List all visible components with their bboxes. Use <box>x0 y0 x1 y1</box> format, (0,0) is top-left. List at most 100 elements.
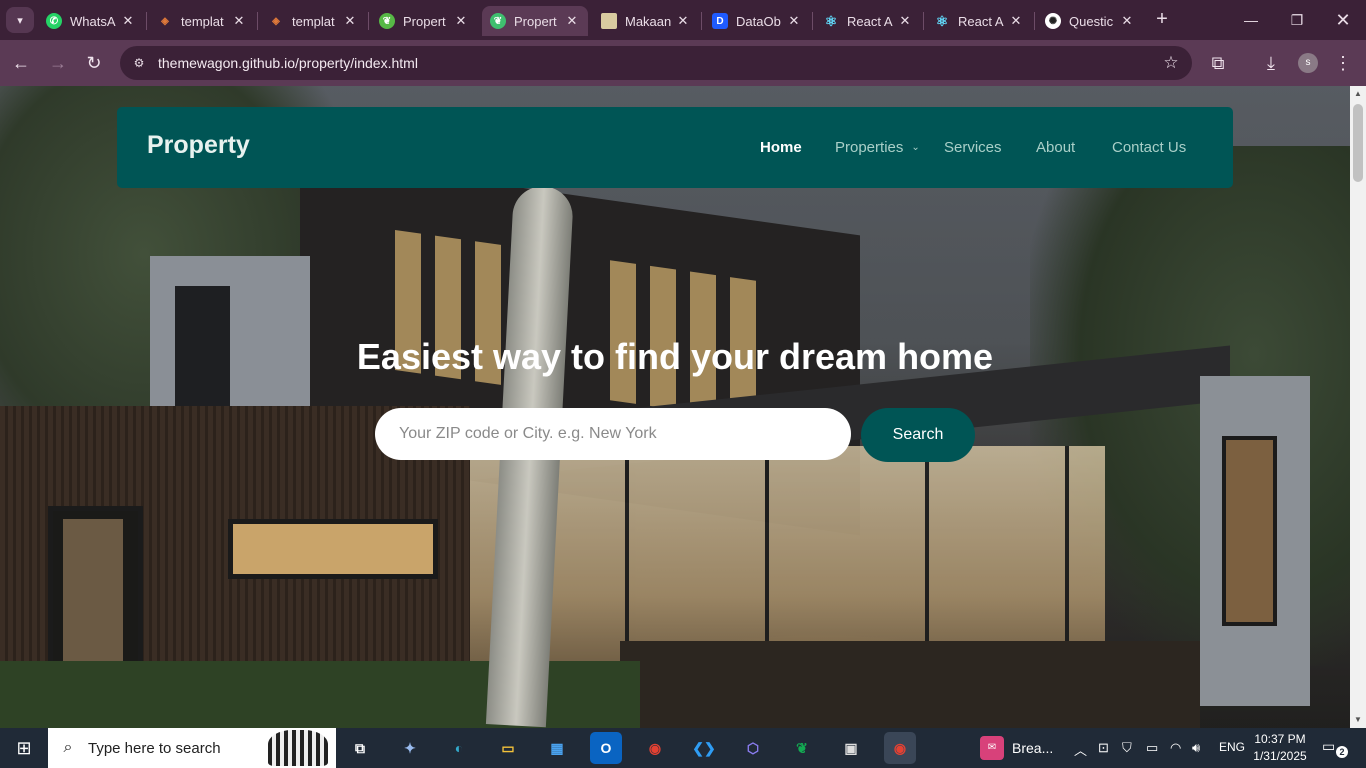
hero-image-door-glass <box>63 519 123 669</box>
back-arrow-icon[interactable]: ← <box>8 50 34 76</box>
notification-app-label[interactable]: Brea... <box>1012 740 1053 756</box>
tab-title: React A <box>958 13 1004 29</box>
clock-time: 10:37 PM <box>1254 732 1306 746</box>
task-view-icon[interactable]: ⧉ <box>344 732 376 764</box>
taskbar-search-box[interactable]: ⌕ Type here to search <box>48 728 336 768</box>
tab-separator <box>923 12 924 30</box>
tab-close-icon[interactable]: ✕ <box>564 13 580 29</box>
leaf-icon: ❦ <box>490 13 506 29</box>
tab-close-icon[interactable]: ✕ <box>120 13 136 29</box>
browser-tab[interactable]: Makaan ✕ <box>593 6 699 36</box>
browser-tab[interactable]: ⚛ React A ✕ <box>926 6 1032 36</box>
nav-contact-us[interactable]: Contact Us <box>1112 139 1186 156</box>
volume-icon[interactable]: 🔊︎ <box>1192 740 1200 756</box>
mongodb-icon[interactable]: ❦ <box>786 732 818 764</box>
windows-taskbar: ⊞ ⌕ Type here to search ⧉ ✦ ◐ ▭ ▦ O ◉ ❮❯… <box>0 728 1366 768</box>
tray-shield-icon[interactable]: ⛉ <box>1122 740 1132 756</box>
minimize-icon[interactable]: — <box>1228 8 1274 32</box>
microsoft-store-icon[interactable]: ▦ <box>541 732 573 764</box>
tab-close-icon[interactable]: ✕ <box>1119 13 1135 29</box>
site-navbar: Property Home Properties ⌄ Services Abou… <box>117 107 1233 188</box>
notification-center-icon[interactable]: ▭ 2 <box>1322 738 1348 758</box>
hero-image-window <box>1222 436 1277 626</box>
tab-separator <box>368 12 369 30</box>
browser-menu-icon[interactable]: ⋮ <box>1330 50 1356 76</box>
tab-close-icon[interactable]: ✕ <box>897 13 913 29</box>
search-input[interactable] <box>375 408 851 460</box>
site-logo[interactable]: Property <box>147 131 250 160</box>
edge-icon[interactable]: ◐ <box>443 732 475 764</box>
address-bar[interactable]: ⚙ themewagon.github.io/property/index.ht… <box>120 46 1192 80</box>
tab-title: Questic <box>1069 13 1114 29</box>
chevron-down-icon: ⌄ <box>911 142 920 153</box>
copilot-icon[interactable]: ✦ <box>394 732 426 764</box>
tab-title: templat <box>292 13 335 29</box>
leaf-icon: ❦ <box>379 13 395 29</box>
tab-title: templat <box>181 13 224 29</box>
bookmark-star-icon[interactable]: ☆ <box>1158 50 1184 76</box>
tab-close-icon[interactable]: ✕ <box>342 13 358 29</box>
browser-tab[interactable]: ◈ templat ✕ <box>260 6 366 36</box>
notification-app-icon[interactable]: ✉ <box>980 736 1004 760</box>
tab-close-icon[interactable]: ✕ <box>786 13 802 29</box>
browser-tab[interactable]: ⚛ React A ✕ <box>815 6 921 36</box>
react-icon: ⚛ <box>824 12 838 29</box>
tray-app-icon[interactable]: ⊡ <box>1098 740 1109 756</box>
nav-properties[interactable]: Properties ⌄ <box>835 139 920 156</box>
profile-avatar[interactable]: s <box>1298 53 1318 73</box>
browser-tab[interactable]: D DataOb ✕ <box>704 6 810 36</box>
language-indicator[interactable]: ENG <box>1219 740 1245 754</box>
outlook-icon[interactable]: O <box>590 732 622 764</box>
tab-title: DataOb <box>736 13 781 29</box>
search-icon: ⌕ <box>63 739 73 756</box>
new-tab-plus-icon[interactable]: + <box>1150 8 1174 32</box>
battery-icon[interactable]: ▭ <box>1146 740 1158 756</box>
wifi-icon[interactable]: ◠ <box>1170 740 1181 756</box>
tab-close-icon[interactable]: ✕ <box>453 13 469 29</box>
extensions-puzzle-icon[interactable]: ⧉ <box>1205 50 1231 76</box>
dataobj-icon: D <box>712 13 728 29</box>
tab-close-icon[interactable]: ✕ <box>231 13 247 29</box>
tab-close-icon[interactable]: ✕ <box>1008 13 1024 29</box>
browser-tab-active[interactable]: ❦ Propert ✕ <box>482 6 588 36</box>
page-scrollbar[interactable]: ▲ ▼ <box>1350 86 1366 728</box>
nav-home[interactable]: Home <box>760 139 802 156</box>
window-close-icon[interactable]: ✕ <box>1320 8 1366 32</box>
hero-image-door <box>48 506 143 676</box>
file-explorer-icon[interactable]: ▭ <box>492 732 524 764</box>
scroll-up-arrow-icon[interactable]: ▲ <box>1350 86 1366 102</box>
forward-arrow-icon[interactable]: → <box>45 50 71 76</box>
tab-title: React A <box>847 13 893 29</box>
taskbar-clock[interactable]: 10:37 PM 1/31/2025 <box>1252 731 1308 765</box>
tab-search-chevron-icon[interactable]: ▾ <box>6 7 34 33</box>
app-icon[interactable]: ⬡ <box>737 732 769 764</box>
tab-close-icon[interactable]: ✕ <box>675 13 691 29</box>
page-viewport: Property Home Properties ⌄ Services Abou… <box>0 86 1350 728</box>
browser-tab[interactable]: ◈ templat ✕ <box>149 6 255 36</box>
tab-title: Makaan <box>625 13 672 29</box>
download-icon[interactable]: ⤓ <box>1258 50 1284 76</box>
hero-image-window <box>228 519 438 579</box>
search-button[interactable]: Search <box>861 408 975 462</box>
terminal-icon[interactable]: ▣ <box>835 732 867 764</box>
scroll-down-arrow-icon[interactable]: ▼ <box>1350 712 1366 728</box>
whatsapp-icon: ✆ <box>46 13 62 29</box>
nav-about[interactable]: About <box>1036 139 1075 156</box>
nav-services[interactable]: Services <box>944 139 1002 156</box>
site-settings-icon[interactable]: ⚙ <box>128 52 150 74</box>
browser-tab[interactable]: ✺ Questic ✕ <box>1037 6 1143 36</box>
chrome-running-icon[interactable]: ◉ <box>884 732 916 764</box>
chrome-icon[interactable]: ◉ <box>639 732 671 764</box>
browser-tab[interactable]: ❦ Propert ✕ <box>371 6 477 36</box>
reload-icon[interactable]: ↻ <box>81 50 107 76</box>
scroll-thumb[interactable] <box>1353 104 1363 182</box>
tray-overflow-chevron-icon[interactable]: ︿ <box>1074 740 1087 759</box>
browser-tab[interactable]: ✆ WhatsA ✕ <box>38 6 144 36</box>
restore-icon[interactable]: ❐ <box>1274 8 1320 32</box>
tab-separator <box>146 12 147 30</box>
url-text[interactable]: themewagon.github.io/property/index.html <box>158 55 1158 71</box>
tab-title: Propert <box>514 13 557 29</box>
windows-start-icon[interactable]: ⊞ <box>0 728 48 768</box>
vscode-icon[interactable]: ❮❯ <box>688 732 720 764</box>
template-icon: ◈ <box>161 15 169 27</box>
